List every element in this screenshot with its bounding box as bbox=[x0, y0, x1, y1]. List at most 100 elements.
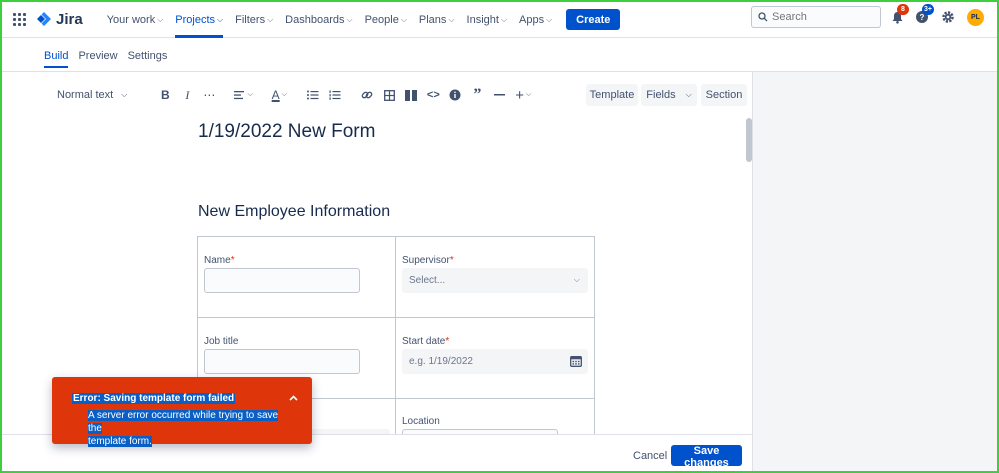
help-badge: 3+ bbox=[922, 4, 934, 15]
section-title[interactable]: New Employee Information bbox=[198, 203, 390, 221]
plus-icon: + bbox=[515, 86, 525, 104]
text-style-label: Normal text bbox=[57, 89, 114, 101]
toolbar-separator bbox=[346, 84, 356, 106]
nav-label: Projects bbox=[175, 13, 216, 26]
tab-build[interactable]: Build bbox=[44, 50, 69, 68]
right-sidebar-panel bbox=[752, 72, 997, 471]
tab-settings[interactable]: Settings bbox=[128, 50, 168, 68]
template-button[interactable]: Template bbox=[586, 84, 638, 106]
chevron-down-icon: ⌵ bbox=[500, 14, 508, 24]
quote-icon[interactable]: ” bbox=[466, 84, 488, 106]
supervisor-label-text: Supervisor bbox=[402, 255, 450, 266]
nav-apps[interactable]: Apps ⌵ bbox=[513, 2, 558, 38]
error-flag: Error: Saving template form failed A ser… bbox=[52, 377, 312, 447]
nav-your-work[interactable]: Your work ⌵ bbox=[101, 2, 170, 38]
divider-glyph bbox=[493, 94, 505, 96]
jira-logo[interactable]: Jira bbox=[36, 11, 83, 28]
nav-people[interactable]: People ⌵ bbox=[359, 2, 413, 38]
required-mark: * bbox=[449, 255, 454, 266]
search-input[interactable] bbox=[772, 11, 872, 23]
name-input[interactable] bbox=[204, 268, 360, 293]
nav-dashboards[interactable]: Dashboards ⌵ bbox=[279, 2, 358, 38]
bold-icon[interactable]: B bbox=[154, 84, 176, 106]
notifications-button[interactable]: 8 bbox=[889, 4, 909, 25]
nav-label: People bbox=[364, 13, 399, 26]
settings-button[interactable] bbox=[940, 9, 956, 25]
supervisor-placeholder: Select... bbox=[409, 275, 446, 286]
fields-dropdown[interactable]: Fields ⌵ bbox=[641, 84, 697, 106]
toolbar-separator bbox=[256, 84, 266, 106]
start-date-picker[interactable]: e.g. 1/19/2022 bbox=[402, 349, 588, 374]
info-glyph bbox=[449, 89, 461, 101]
create-button[interactable]: Create bbox=[566, 9, 621, 30]
chevron-down-icon: ⌵ bbox=[685, 90, 692, 99]
save-changes-button[interactable]: Save changes bbox=[671, 445, 742, 469]
text-color-icon[interactable]: A ⌵ bbox=[266, 84, 292, 106]
cancel-button[interactable]: Cancel bbox=[628, 445, 672, 466]
link-glyph bbox=[361, 91, 373, 99]
nav-plans[interactable]: Plans ⌵ bbox=[413, 2, 461, 38]
job-title-label: Job title bbox=[204, 336, 238, 347]
job-title-input[interactable] bbox=[204, 349, 360, 374]
form-title[interactable]: 1/19/2022 New Form bbox=[198, 121, 375, 143]
section-button[interactable]: Section bbox=[701, 84, 747, 106]
text-style-dropdown[interactable]: Normal text ⌵ bbox=[50, 84, 134, 106]
error-flag-description: A server error occurred while trying to … bbox=[88, 409, 288, 448]
form-builder-tabs: Build Preview Settings bbox=[44, 50, 177, 68]
layout-columns-icon[interactable] bbox=[400, 84, 422, 106]
chevron-up-icon bbox=[288, 395, 298, 401]
more-formatting-icon[interactable]: ⋯ bbox=[198, 84, 220, 106]
nav-filters[interactable]: Filters ⌵ bbox=[229, 2, 279, 38]
logo-text: Jira bbox=[56, 11, 83, 28]
italic-icon[interactable]: I bbox=[176, 84, 198, 106]
insert-more-icon[interactable]: + ⌵ bbox=[510, 84, 536, 106]
app-switcher-icon[interactable] bbox=[13, 12, 27, 27]
numbered-list-glyph bbox=[329, 90, 341, 100]
user-avatar[interactable]: PL bbox=[967, 9, 984, 26]
align-icon[interactable]: ⌵ bbox=[230, 84, 256, 106]
job-title-label-text: Job title bbox=[204, 336, 239, 347]
start-date-label-text: Start date bbox=[402, 336, 446, 347]
bullet-list-icon[interactable] bbox=[302, 84, 324, 106]
chevron-down-icon: ⌵ bbox=[217, 14, 224, 24]
collapse-flag-button[interactable] bbox=[286, 391, 300, 405]
search-box[interactable] bbox=[751, 6, 881, 28]
supervisor-label: Supervisor* bbox=[402, 255, 454, 266]
nav-label: Your work bbox=[106, 13, 156, 26]
start-date-placeholder: e.g. 1/19/2022 bbox=[409, 356, 473, 367]
nav-label: Dashboards bbox=[285, 13, 345, 26]
editor-scrollbar[interactable] bbox=[746, 118, 752, 162]
numbered-list-icon[interactable] bbox=[324, 84, 346, 106]
nav-label: Apps bbox=[519, 13, 545, 26]
code-icon[interactable]: <> bbox=[422, 84, 444, 106]
error-flag-line: template form. bbox=[88, 436, 152, 447]
divider-icon[interactable] bbox=[488, 84, 510, 106]
chevron-down-icon: ⌵ bbox=[573, 275, 580, 284]
start-date-label: Start date* bbox=[402, 336, 449, 347]
fields-label: Fields bbox=[646, 89, 676, 101]
search-icon bbox=[758, 12, 768, 22]
calendar-icon[interactable] bbox=[570, 355, 582, 367]
table-icon[interactable] bbox=[378, 84, 400, 106]
link-icon[interactable] bbox=[356, 84, 378, 106]
nav-projects[interactable]: Projects ⌵ bbox=[169, 2, 229, 38]
chevron-down-icon: ⌵ bbox=[448, 14, 455, 24]
info-icon[interactable] bbox=[444, 84, 466, 106]
section-label: Section bbox=[705, 89, 743, 101]
supervisor-select[interactable]: Select... ⌵ bbox=[402, 268, 588, 293]
bullet-list-glyph bbox=[307, 90, 319, 100]
toolbar-separator bbox=[220, 84, 230, 106]
chevron-down-icon: ⌵ bbox=[526, 91, 532, 98]
toolbar-separator bbox=[292, 84, 302, 106]
help-button[interactable]: ? 3+ bbox=[914, 4, 934, 25]
chevron-down-icon: ⌵ bbox=[546, 14, 553, 24]
nav-insight[interactable]: Insight ⌵ bbox=[461, 2, 514, 38]
location-label-text: Location bbox=[402, 416, 440, 427]
tab-preview[interactable]: Preview bbox=[78, 50, 117, 68]
editor-toolbar: Normal text ⌵ B I ⋯ ⌵ A ⌵ <> ” + ⌵ bbox=[50, 84, 536, 106]
required-mark: * bbox=[230, 255, 235, 266]
required-mark: * bbox=[445, 336, 450, 347]
template-label: Template bbox=[589, 89, 635, 101]
jira-logo-icon bbox=[37, 11, 51, 26]
nav-label: Plans bbox=[418, 13, 447, 26]
